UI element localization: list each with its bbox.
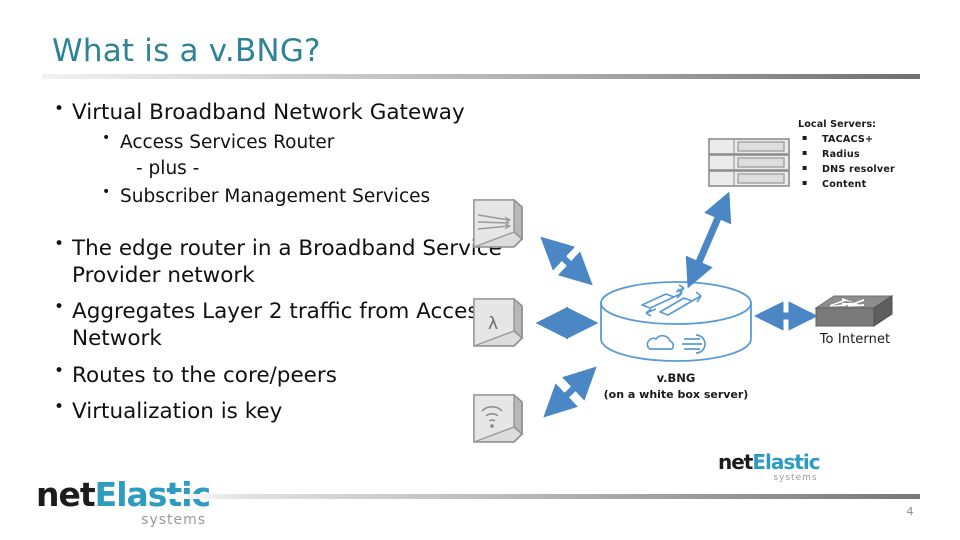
server-item-tacacs: TACACS+ [798, 134, 948, 145]
bullet-group-secondary: The edge router in a Broadband Service P… [50, 234, 502, 426]
bullet-edge-router: The edge router in a Broadband Service P… [50, 234, 502, 290]
local-servers-rack-icon [707, 138, 791, 188]
internet-switch-icon [812, 292, 896, 336]
page-title: What is a v.BNG? [52, 33, 321, 69]
bullet-virtual-broadband-network-gateway: Virtual Broadband Network Gateway [50, 99, 502, 126]
logo-elastic-text: Elastic [752, 450, 820, 474]
server-item-radius: Radius [798, 149, 948, 160]
bullet-plus-separator: - plus - [136, 158, 200, 180]
local-servers-list: Local Servers: TACACS+ Radius DNS resolv… [798, 120, 948, 195]
to-internet-label: To Internet [819, 332, 891, 347]
vbng-name: v.BNG [656, 371, 696, 385]
local-servers-heading: Local Servers: [798, 119, 877, 130]
arrow-device1-to-vbng [540, 236, 593, 286]
vbng-label: v.BNG (on a white box server) [570, 370, 782, 403]
bullet-subscriber-management-services: Subscriber Management Services [50, 184, 502, 208]
bullet-access-services-router: Access Services Router [50, 130, 502, 154]
lambda-device-icon: λ [464, 293, 530, 355]
local-servers-items: TACACS+ Radius DNS resolver Content [798, 134, 948, 190]
vbng-cloud-cylinder-icon [598, 281, 754, 365]
page-number: 4 [906, 505, 914, 518]
netelastic-logo-diagram: netElastic systems [718, 450, 821, 483]
footer-divider [168, 494, 920, 499]
server-item-content: Content [798, 179, 948, 190]
bullet-routes-core-peers: Routes to the core/peers [50, 361, 502, 389]
logo-net-text: net [718, 450, 753, 474]
wifi-device-icon [464, 389, 530, 451]
bullet-aggregates-layer2: Aggregates Layer 2 traffic from Access N… [50, 297, 502, 353]
svg-text:λ: λ [488, 314, 498, 334]
logo-systems-text-footer: systems [141, 512, 207, 528]
ethernet-device-icon [464, 194, 530, 256]
arrow-vbng-to-servers [685, 191, 732, 289]
logo-net-text-footer: net [36, 475, 96, 514]
bullet-virtualization-key: Virtualization is key [50, 397, 502, 425]
netelastic-logo-footer: netElastic systems [36, 475, 211, 528]
title-divider [42, 74, 920, 79]
logo-systems-text: systems [773, 473, 818, 483]
slide-root: What is a v.BNG? Virtual Broadband Netwo… [0, 0, 960, 540]
bullet-list: Virtual Broadband Network Gateway Access… [50, 99, 502, 426]
vbng-subtitle: (on a white box server) [603, 387, 749, 401]
server-item-dns-resolver: DNS resolver [798, 164, 948, 175]
